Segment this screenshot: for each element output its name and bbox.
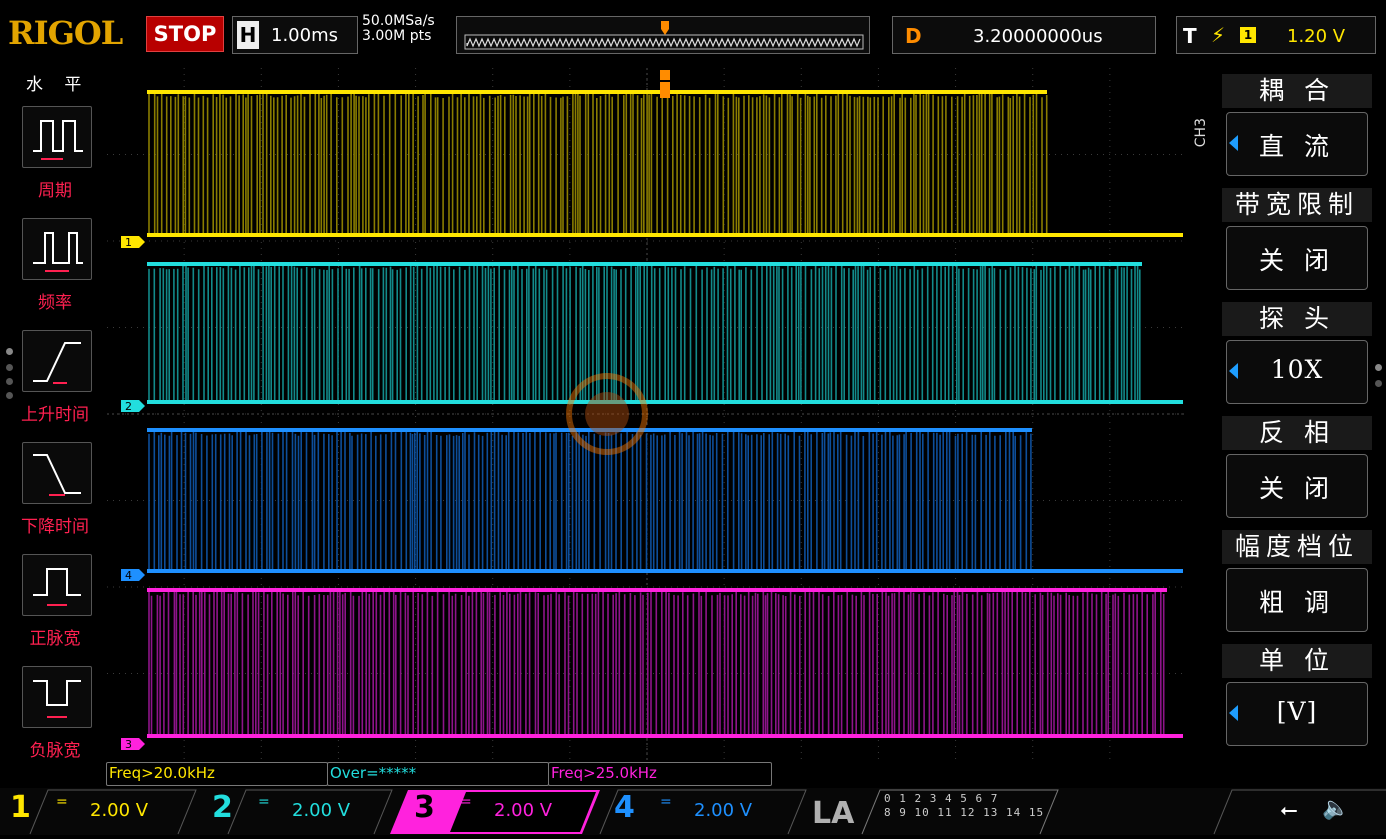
bandwidth-limit-button[interactable]: 关 闭 — [1226, 226, 1368, 290]
delay-key: D — [905, 24, 922, 48]
frequency-button[interactable] — [22, 218, 92, 280]
usb-icon: ⭠ — [1280, 798, 1298, 823]
overview-trigger-marker — [661, 21, 669, 35]
memory-overview[interactable] — [456, 16, 870, 54]
period-label: 周期 — [38, 181, 72, 201]
dc-coupling-icon: = — [56, 794, 68, 810]
trigger-display[interactable]: T ⚡ 1 1.20 V — [1176, 16, 1376, 54]
frequency-label: 频率 — [38, 293, 72, 313]
speaker-mute-icon[interactable]: 🔈 — [1322, 796, 1349, 821]
coupling-title: 耦 合 — [1222, 74, 1372, 108]
ground-marker-label: 3 — [125, 738, 132, 751]
rising-edge-icon: ⚡ — [1211, 23, 1226, 47]
unit-value: [V] — [1276, 697, 1318, 726]
fall-time-button[interactable] — [22, 442, 92, 504]
acquisition-info: 50.0MSa/s 3.00M pts — [362, 14, 435, 44]
probe-button[interactable]: 10X — [1226, 340, 1368, 404]
timebase-value: 1.00ms — [271, 25, 338, 46]
probe-value: 10X — [1270, 355, 1324, 384]
run-stop-indicator[interactable]: STOP — [146, 16, 224, 52]
volts-div-button[interactable]: 粗 调 — [1226, 568, 1368, 632]
logic-channel-indicators: 0 1 2 3 4 5 6 7 8 9 10 11 12 13 14 15 — [884, 792, 1044, 820]
frequency-icon — [33, 232, 83, 272]
positive-width-button[interactable] — [22, 554, 92, 616]
fall-time-label: 下降时间 — [21, 517, 89, 537]
page-dot — [6, 378, 13, 385]
coupling-button[interactable]: 直 流 — [1226, 112, 1368, 176]
channel-3-status[interactable]: 3 = 2.00 V — [414, 790, 584, 830]
logic-analyzer-button[interactable]: LA — [812, 796, 854, 831]
period-icon — [33, 120, 83, 160]
unit-button[interactable]: [V] — [1226, 682, 1368, 746]
negative-width-label: 负脉宽 — [29, 741, 81, 761]
period-button[interactable] — [22, 106, 92, 168]
channel-4-number: 4 — [614, 790, 635, 825]
channel-4-status[interactable]: 4 = 2.00 V — [614, 790, 784, 830]
volts-div-value: 粗 调 — [1259, 588, 1335, 617]
horizontal-timebase[interactable]: H 1.00ms — [232, 16, 358, 54]
memory-depth: 3.00M pts — [362, 28, 432, 44]
rise-time-button[interactable] — [22, 330, 92, 392]
sample-rate: 50.0MSa/s — [362, 13, 435, 29]
measurement-ch3[interactable]: Freq>25.0kHz — [548, 762, 772, 786]
trigger-position-marker — [660, 70, 670, 98]
channel-4-scale: 2.00 V — [694, 800, 753, 821]
coupling-value: 直 流 — [1259, 132, 1335, 161]
page-dot — [1375, 364, 1382, 371]
ground-marker-label: 2 — [125, 400, 132, 413]
channel-1-scale: 2.00 V — [90, 800, 149, 821]
page-dot — [6, 348, 13, 355]
dc-coupling-icon: = — [660, 794, 672, 810]
trigger-source-badge: 1 — [1240, 27, 1256, 43]
channel-2-scale: 2.00 V — [292, 800, 351, 821]
overview-waveform — [464, 21, 864, 50]
ground-marker-label: 1 — [125, 236, 132, 249]
logic-channels-row-1: 0 1 2 3 4 5 6 7 — [884, 792, 999, 805]
channel-2-number: 2 — [212, 790, 233, 825]
page-dot — [1375, 380, 1382, 387]
delay-display[interactable]: D 3.20000000us — [892, 16, 1156, 54]
unit-title: 单 位 — [1222, 644, 1372, 678]
positive-width-icon — [33, 568, 81, 606]
channel-1-status[interactable]: 1 = 2.00 V — [10, 790, 180, 830]
left-menu-title: 水 平 — [26, 75, 90, 95]
horizontal-key: H — [237, 21, 259, 49]
invert-button[interactable]: 关 闭 — [1226, 454, 1368, 518]
dc-coupling-icon: = — [460, 794, 472, 810]
logic-channels-row-2: 8 9 10 11 12 13 14 15 — [884, 806, 1045, 819]
waveform-display[interactable]: 1 2 3 4 — [107, 68, 1187, 760]
ground-marker-label: 4 — [125, 569, 132, 582]
trigger-level: 1.20 V — [1287, 26, 1346, 47]
channel-1-number: 1 — [10, 790, 31, 825]
brand-logo: RIGOL — [8, 14, 123, 52]
probe-title: 探 头 — [1222, 302, 1372, 336]
invert-title: 反 相 — [1222, 416, 1372, 450]
dc-coupling-icon: = — [258, 794, 270, 810]
measurement-ch1[interactable]: Freq>20.0kHz — [106, 762, 328, 786]
channel-3-scale: 2.00 V — [494, 800, 553, 821]
page-dot — [6, 392, 13, 399]
bandwidth-limit-title: 带宽限制 — [1222, 188, 1372, 222]
channel-2-status[interactable]: 2 = 2.00 V — [212, 790, 382, 830]
rise-time-icon — [33, 342, 81, 384]
invert-value: 关 闭 — [1259, 474, 1335, 503]
channel-3-number: 3 — [414, 790, 435, 825]
trigger-key: T — [1183, 24, 1197, 48]
volts-div-title: 幅度档位 — [1222, 530, 1372, 564]
menu-channel-tag: CH3 — [1193, 118, 1209, 148]
measurement-ch2[interactable]: Over=***** — [327, 762, 549, 786]
delay-value: 3.20000000us — [973, 26, 1103, 47]
fall-time-icon — [33, 454, 81, 496]
bandwidth-limit-value: 关 闭 — [1259, 246, 1335, 275]
positive-width-label: 正脉宽 — [29, 629, 81, 649]
page-dot — [6, 364, 13, 371]
negative-width-button[interactable] — [22, 666, 92, 728]
rise-time-label: 上升时间 — [21, 405, 89, 425]
negative-width-icon — [33, 680, 81, 718]
